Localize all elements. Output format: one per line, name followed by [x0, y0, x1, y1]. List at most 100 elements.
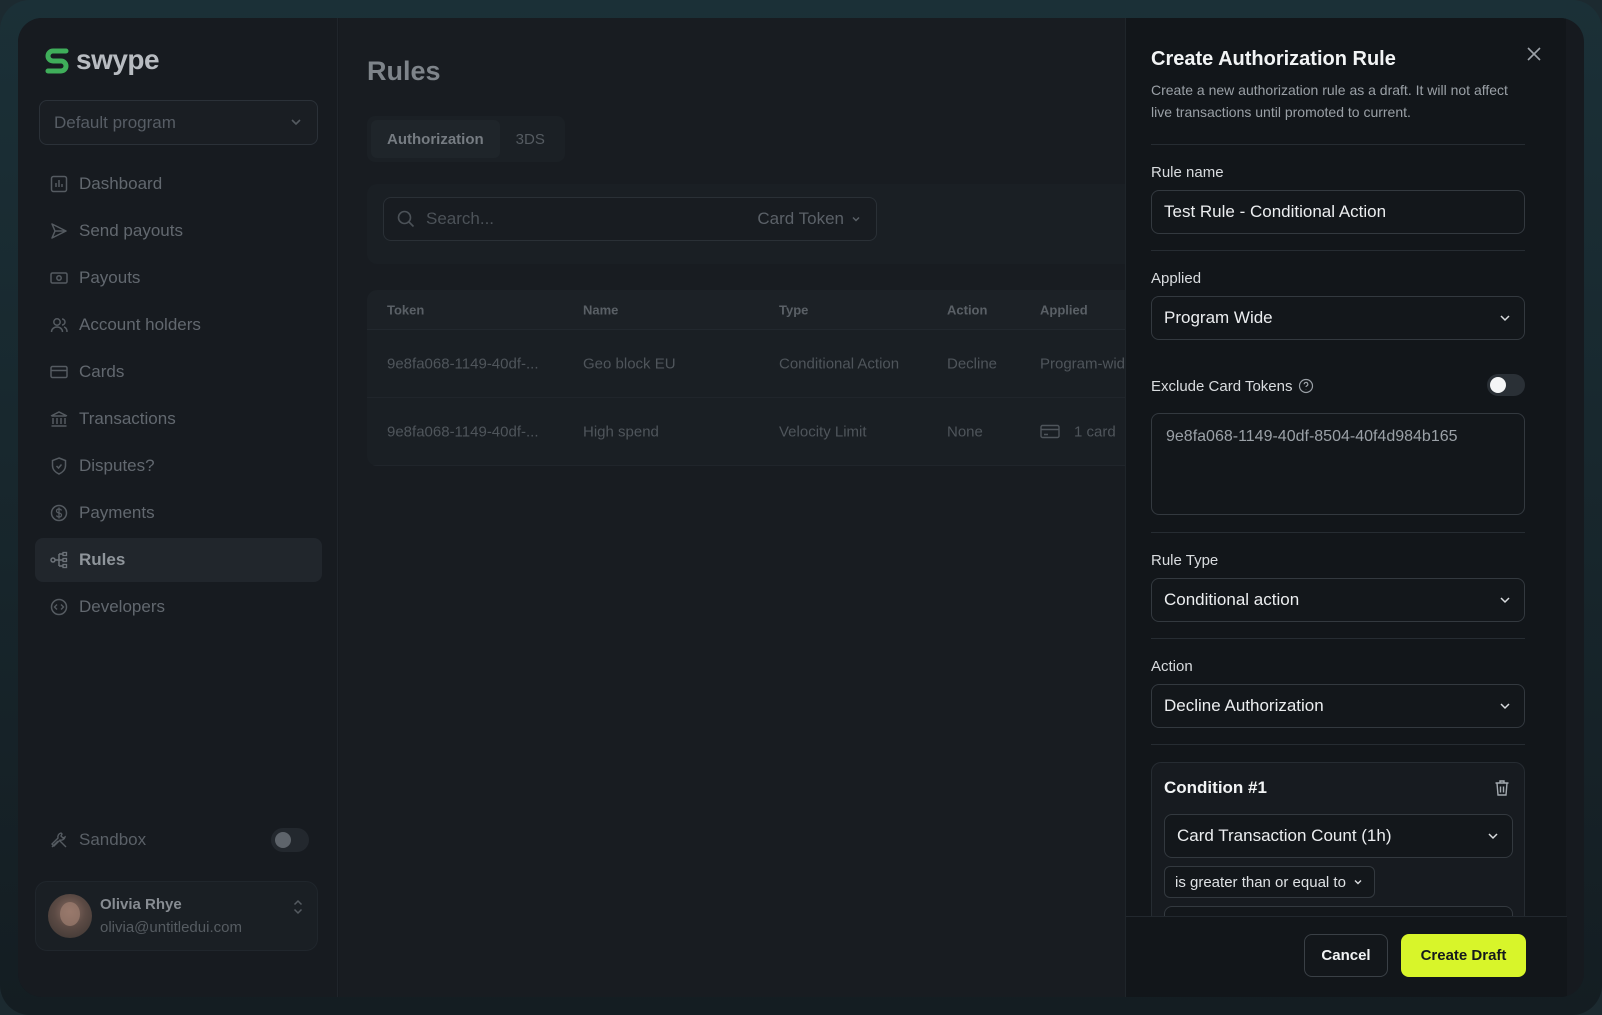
divider — [1151, 638, 1525, 639]
search-filter-label: Card Token — [757, 209, 844, 228]
app-window: swype Default program Dashboard Send pay… — [18, 18, 1584, 997]
sidebar-item-payments[interactable]: Payments — [35, 491, 322, 535]
column-header: Token — [387, 302, 425, 317]
excluded-tokens-textarea[interactable]: 9e8fa068-1149-40df-8504-40f4d984b165 — [1151, 413, 1525, 515]
chevron-down-icon — [1500, 315, 1510, 322]
sidebar-item-send-payouts[interactable]: Send payouts — [35, 209, 322, 253]
search-box[interactable]: Card Token — [383, 197, 877, 241]
sandbox-toggle[interactable] — [271, 828, 309, 852]
action-select[interactable]: Decline Authorization — [1151, 684, 1525, 728]
chevron-down-icon — [1354, 880, 1362, 885]
action-value: Decline Authorization — [1164, 696, 1324, 715]
brand-name: swype — [76, 44, 160, 75]
create-draft-button[interactable]: Create Draft — [1401, 934, 1526, 977]
column-header: Action — [947, 302, 988, 317]
sidebar-item-cards[interactable]: Cards — [35, 350, 322, 394]
send-icon — [51, 223, 67, 239]
credit-card-icon — [50, 365, 68, 379]
chevron-selector-icon[interactable] — [291, 898, 305, 916]
column-header: Type — [779, 302, 809, 317]
rules-table: Token Name Type Action Applied 9e8fa068-… — [367, 290, 1145, 466]
code-icon — [50, 598, 68, 616]
table-row[interactable]: 9e8fa068-1149-40df-... High spend Veloci… — [367, 398, 1145, 466]
sidebar-item-label: Send payouts — [79, 221, 183, 240]
rule-name-field[interactable] — [1151, 190, 1525, 234]
users-icon — [50, 318, 68, 333]
cell-name: High spend — [583, 423, 659, 440]
search-filter-select[interactable]: Card Token — [757, 209, 862, 229]
cell-applied: Program-wide — [1040, 355, 1134, 372]
search-input[interactable] — [426, 209, 726, 229]
sidebar-item-label: Transactions — [79, 409, 176, 428]
program-select-value: Default program — [54, 112, 176, 132]
tab-3ds[interactable]: 3DS — [500, 120, 561, 158]
user-email: olivia@untitledui.com — [100, 919, 242, 936]
drawer-description: Create a new authorization rule as a dra… — [1151, 82, 1508, 120]
page-title: Rules — [367, 56, 441, 86]
sidebar: swype Default program Dashboard Send pay… — [18, 18, 338, 997]
drawer-title: Create Authorization Rule — [1151, 48, 1396, 70]
sidebar-item-dashboard[interactable]: Dashboard — [35, 162, 322, 206]
condition-card: Condition #1 Card Transaction Count (1h)… — [1151, 762, 1525, 942]
sidebar-nav: Dashboard Send payouts Payouts Account h… — [35, 162, 322, 632]
cell-name: Geo block EU — [583, 355, 676, 372]
sidebar-item-label: Account holders — [79, 315, 201, 334]
sidebar-item-developers[interactable]: Developers — [35, 585, 322, 629]
chevron-down-icon — [852, 217, 860, 222]
rule-name-label: Rule name — [1151, 164, 1224, 181]
shield-icon — [51, 457, 67, 475]
chevron-down-icon — [1500, 597, 1510, 604]
close-icon[interactable] — [1524, 44, 1544, 64]
brand-logo[interactable]: swype — [44, 44, 160, 76]
sidebar-item-account-holders[interactable]: Account holders — [35, 303, 322, 347]
table-header: Token Name Type Action Applied — [367, 290, 1145, 330]
cell-action: Decline — [947, 355, 998, 372]
sidebar-item-label: Disputes? — [79, 456, 155, 475]
sidebar-item-label: Dashboard — [79, 174, 163, 193]
divider — [1151, 744, 1525, 745]
condition-attribute-value: Card Transaction Count (1h) — [1177, 826, 1392, 845]
dollar-icon — [50, 504, 68, 522]
condition-attribute-select[interactable]: Card Transaction Count (1h) — [1164, 814, 1513, 858]
sandbox-label: Sandbox — [79, 830, 147, 849]
sidebar-item-payouts[interactable]: Payouts — [35, 256, 322, 300]
divider — [1151, 250, 1525, 251]
swype-logo-icon — [45, 48, 69, 74]
applied-select[interactable]: Program Wide — [1151, 296, 1525, 340]
column-header: Applied — [1040, 302, 1088, 317]
cell-type: Conditional Action — [779, 355, 900, 372]
sidebar-item-rules[interactable]: Rules — [35, 538, 322, 582]
create-rule-drawer: Create Authorization Rule Create a new a… — [1125, 18, 1567, 997]
rule-type-select[interactable]: Conditional action — [1151, 578, 1525, 622]
user-card[interactable]: Olivia Rhye olivia@untitledui.com — [35, 881, 318, 951]
condition-operator-select[interactable]: is greater than or equal to — [1164, 866, 1375, 898]
cash-icon — [50, 272, 68, 284]
sidebar-item-disputes[interactable]: Disputes? — [35, 444, 322, 488]
sidebar-item-label: Rules — [79, 550, 126, 569]
trash-icon[interactable] — [1492, 778, 1512, 798]
cell-applied: 1 card — [1040, 423, 1116, 440]
rule-tabs: Authorization 3DS — [367, 116, 565, 162]
sidebar-item-transactions[interactable]: Transactions — [35, 397, 322, 441]
divider — [1151, 144, 1525, 145]
exclude-card-tokens-toggle[interactable] — [1487, 374, 1525, 396]
cancel-button[interactable]: Cancel — [1304, 934, 1388, 977]
search-panel: Card Token — [367, 184, 1145, 264]
applied-label: Applied — [1151, 270, 1202, 287]
help-circle-icon[interactable] — [1298, 378, 1314, 394]
table-row[interactable]: 9e8fa068-1149-40df-... Geo block EU Cond… — [367, 330, 1145, 398]
exclude-card-tokens-label: Exclude Card Tokens — [1151, 377, 1293, 395]
credit-card-icon — [1040, 424, 1060, 439]
program-select[interactable]: Default program — [39, 100, 318, 145]
tab-authorization[interactable]: Authorization — [371, 120, 500, 158]
chevron-down-icon — [1488, 833, 1498, 840]
rule-type-label: Rule Type — [1151, 552, 1219, 569]
rules-icon — [50, 551, 68, 569]
action-label: Action — [1151, 658, 1193, 675]
cell-token: 9e8fa068-1149-40df-... — [387, 423, 539, 440]
rule-name-input[interactable] — [1164, 202, 1512, 222]
condition-operator-value: is greater than or equal to — [1175, 873, 1346, 891]
chevron-down-icon — [291, 119, 301, 126]
rule-type-value: Conditional action — [1164, 590, 1300, 609]
search-icon — [397, 210, 415, 228]
